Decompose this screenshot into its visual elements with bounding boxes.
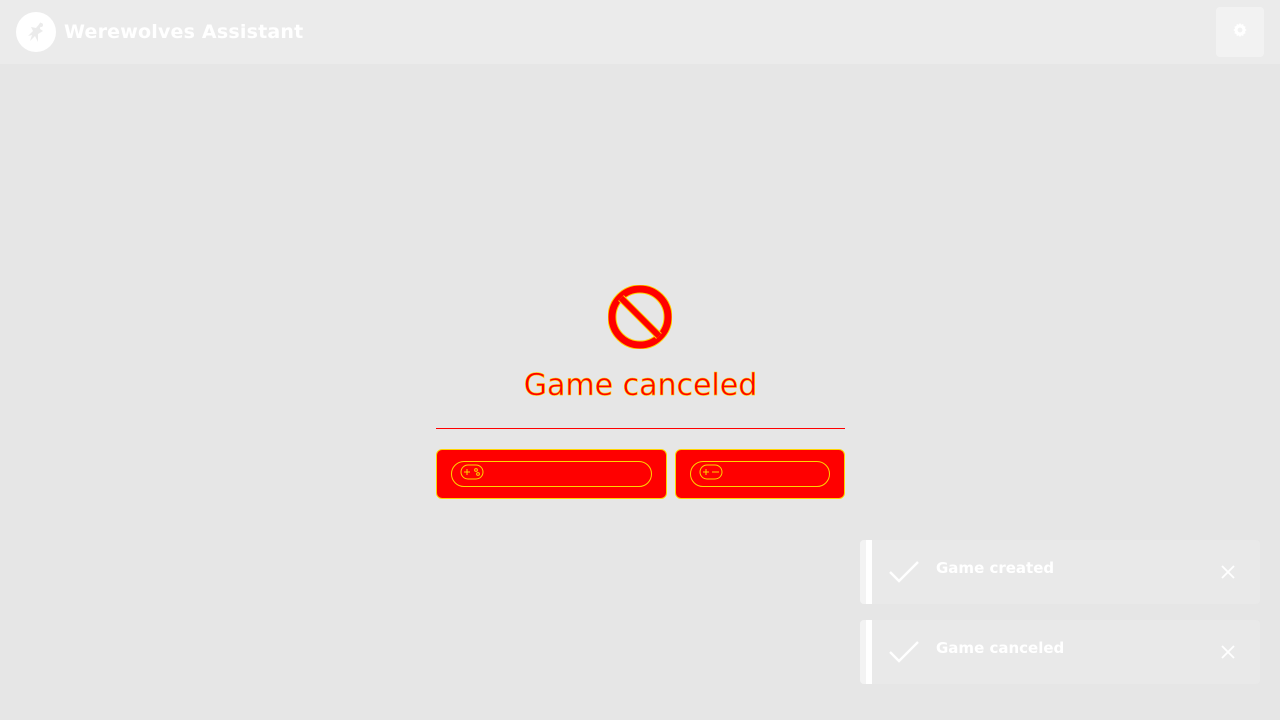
gamepad-icon bbox=[460, 463, 484, 485]
primary-game-button[interactable] bbox=[436, 449, 667, 499]
button-content bbox=[451, 461, 652, 487]
secondary-game-button[interactable] bbox=[675, 449, 845, 499]
gear-icon bbox=[1232, 22, 1248, 42]
check-icon bbox=[888, 638, 920, 666]
close-icon[interactable] bbox=[1218, 642, 1238, 662]
toast-notification: Game canceled bbox=[860, 620, 1260, 684]
brand-link[interactable]: Werewolves Assistant bbox=[16, 12, 303, 52]
toast-accent-bar-inner bbox=[866, 620, 872, 684]
page-title: Game canceled bbox=[523, 368, 758, 404]
toast-message: Game created bbox=[936, 559, 1055, 577]
werewolf-logo-icon bbox=[16, 12, 56, 52]
ban-icon bbox=[607, 284, 673, 350]
top-navbar: Werewolves Assistant bbox=[0, 0, 1280, 64]
toast-accent-bar-inner bbox=[866, 540, 872, 604]
check-icon bbox=[888, 558, 920, 586]
toast-message: Game canceled bbox=[936, 639, 1065, 657]
toast-notification: Game created bbox=[860, 540, 1260, 604]
app-title: Werewolves Assistant bbox=[64, 21, 304, 43]
divider bbox=[436, 428, 845, 429]
gamepad-icon bbox=[699, 463, 723, 485]
close-icon[interactable] bbox=[1218, 562, 1238, 582]
button-content bbox=[690, 461, 830, 487]
settings-button[interactable] bbox=[1216, 7, 1264, 57]
